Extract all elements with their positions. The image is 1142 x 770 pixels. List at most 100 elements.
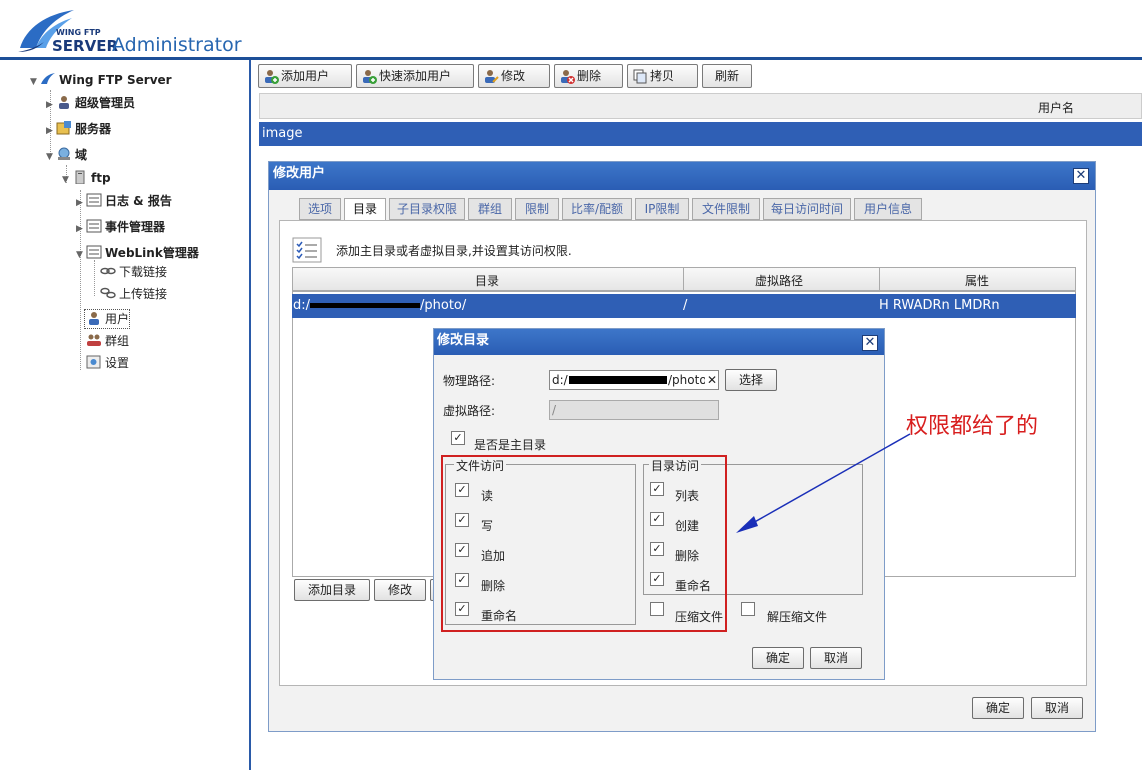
tab-user-info[interactable]: 用户信息 <box>854 198 922 220</box>
add-user-button[interactable]: 添加用户 <box>258 64 352 88</box>
delete-button[interactable]: 删除 <box>554 64 623 88</box>
tab-label: 限制 <box>524 202 549 216</box>
tab-file-limits[interactable]: 文件限制 <box>692 198 760 220</box>
tree-item-events[interactable]: ▶ 事件管理器 <box>76 218 165 236</box>
button-label: 修改 <box>501 69 526 83</box>
tree-item-download-links[interactable]: 下载链接 <box>100 263 167 281</box>
button-label: 添加用户 <box>281 69 330 83</box>
tree-line <box>94 260 95 296</box>
is-home-checkbox[interactable]: ✓ <box>451 431 465 445</box>
choose-button[interactable]: 选择 <box>725 369 777 391</box>
tree-label: WebLink管理器 <box>105 246 199 260</box>
collapse-arrow-icon[interactable]: ▼ <box>46 148 56 166</box>
domain-server-icon <box>75 170 85 184</box>
virtual-path-value: / <box>552 403 557 417</box>
close-icon[interactable]: ✕ <box>862 335 878 351</box>
redaction-mark <box>569 376 667 384</box>
button-label: 修改 <box>387 583 412 597</box>
cancel-button[interactable]: 取消 <box>1031 697 1083 719</box>
sidebar-tree: ▼ Wing FTP Server ▶ 超级管理员 ▶ 服务器 ▼ 域 ▼ ftp ▶ 日志… <box>0 60 251 770</box>
tree-item-servers[interactable]: ▶ 服务器 <box>46 120 111 138</box>
add-directory-button[interactable]: 添加目录 <box>294 579 370 601</box>
redaction-mark <box>310 303 420 308</box>
column-header-virtual-path[interactable]: 虚拟路径 <box>755 272 803 289</box>
tab-ratio-quota[interactable]: 比率/配额 <box>562 198 632 220</box>
tree-line <box>80 190 81 370</box>
button-label: 取消 <box>1044 701 1069 715</box>
tree-item-domains[interactable]: ▼ 域 <box>46 146 87 164</box>
column-header-attributes[interactable]: 属性 <box>965 272 989 289</box>
table-row[interactable]: image <box>259 122 1142 146</box>
tab-daily-access-time[interactable]: 每日访问时间 <box>763 198 851 220</box>
expand-arrow-icon[interactable]: ▶ <box>46 96 56 114</box>
tree-item-logs[interactable]: ▶ 日志 & 报告 <box>76 192 172 210</box>
modify-button[interactable]: 修改 <box>478 64 550 88</box>
tab-label: 文件限制 <box>701 202 750 216</box>
physical-path-prefix: d:/ <box>552 373 568 387</box>
button-label: 刷新 <box>714 69 739 83</box>
tree-label: 域 <box>75 148 88 162</box>
chain-link-icon <box>100 267 116 275</box>
tab-ip-limits[interactable]: IP限制 <box>635 198 689 220</box>
tab-label: 每日访问时间 <box>770 202 843 216</box>
tree-item-admins[interactable]: ▶ 超级管理员 <box>46 94 135 112</box>
collapse-arrow-icon[interactable]: ▼ <box>62 171 72 189</box>
annotation-text: 权限都给了的 <box>906 414 1039 439</box>
add-user-icon <box>265 70 279 84</box>
annotation-arrow-icon <box>736 433 911 533</box>
collapse-arrow-icon[interactable]: ▼ <box>30 73 40 91</box>
expand-arrow-icon[interactable]: ▶ <box>76 220 86 238</box>
button-label: 确定 <box>765 651 790 665</box>
copy-button[interactable]: 拷贝 <box>627 64 698 88</box>
tab-limits[interactable]: 限制 <box>515 198 559 220</box>
clear-input-icon[interactable]: ✕ <box>705 371 718 389</box>
tree-label: 日志 & 报告 <box>105 194 172 208</box>
tree-item-groups[interactable]: 群组 <box>86 332 129 350</box>
tab-label: IP限制 <box>644 202 680 216</box>
decompress-checkbox[interactable] <box>741 602 755 616</box>
button-label: 选择 <box>738 373 763 387</box>
tree-item-domain-ftp[interactable]: ▼ ftp <box>62 169 111 187</box>
tree-label: 超级管理员 <box>75 96 136 110</box>
column-header-directory[interactable]: 目录 <box>475 272 499 289</box>
app-title: Administrator <box>112 34 242 56</box>
refresh-button[interactable]: 刷新 <box>702 64 752 88</box>
dir-ok-button[interactable]: 确定 <box>752 647 804 669</box>
tab-label: 选项 <box>307 202 332 216</box>
dialog-title: 修改目录 <box>437 333 490 348</box>
modify-directory-button[interactable]: 修改 <box>374 579 426 601</box>
tab-directory[interactable]: 目录 <box>344 198 386 221</box>
ok-button[interactable]: 确定 <box>972 697 1024 719</box>
quick-add-user-button[interactable]: 快速添加用户 <box>356 64 474 88</box>
tree-item-root[interactable]: ▼ Wing FTP Server <box>30 71 172 89</box>
admin-user-icon <box>59 96 69 109</box>
app-header: WING FTP SERVER Administrator <box>0 0 1142 60</box>
expand-arrow-icon[interactable]: ▶ <box>76 194 86 212</box>
button-label: 取消 <box>823 651 848 665</box>
collapse-arrow-icon[interactable]: ▼ <box>76 246 86 264</box>
logo-wing-ftp-text: WING FTP <box>56 28 101 37</box>
tree-label: 上传链接 <box>119 287 168 301</box>
tree-item-upload-links[interactable]: 上传链接 <box>100 285 167 303</box>
chain-link-icon <box>100 287 116 299</box>
tree-item-settings[interactable]: 设置 <box>86 354 129 372</box>
column-divider <box>683 268 684 290</box>
quick-add-user-icon <box>363 70 377 84</box>
virtual-path-input[interactable]: / <box>549 400 719 420</box>
logo-server-text: SERVER <box>52 37 119 55</box>
tab-options[interactable]: 选项 <box>299 198 341 220</box>
event-list-icon <box>86 219 102 233</box>
physical-path-label: 物理路径: <box>443 374 496 388</box>
column-header-username[interactable]: 用户名 <box>1038 99 1074 116</box>
expand-arrow-icon[interactable]: ▶ <box>46 122 56 140</box>
tab-label: 比率/配额 <box>570 202 624 216</box>
tab-subdir-permissions[interactable]: 子目录权限 <box>389 198 465 220</box>
tree-item-weblink[interactable]: ▼ WebLink管理器 <box>76 244 199 262</box>
dir-cancel-button[interactable]: 取消 <box>810 647 862 669</box>
log-list-icon <box>86 193 102 207</box>
close-icon[interactable]: ✕ <box>1073 168 1089 184</box>
dialog-titlebar[interactable]: 修改目录 <box>434 329 884 355</box>
column-divider <box>879 268 880 290</box>
dialog-titlebar[interactable]: 修改用户 <box>269 162 1095 190</box>
tab-groups[interactable]: 群组 <box>468 198 512 220</box>
